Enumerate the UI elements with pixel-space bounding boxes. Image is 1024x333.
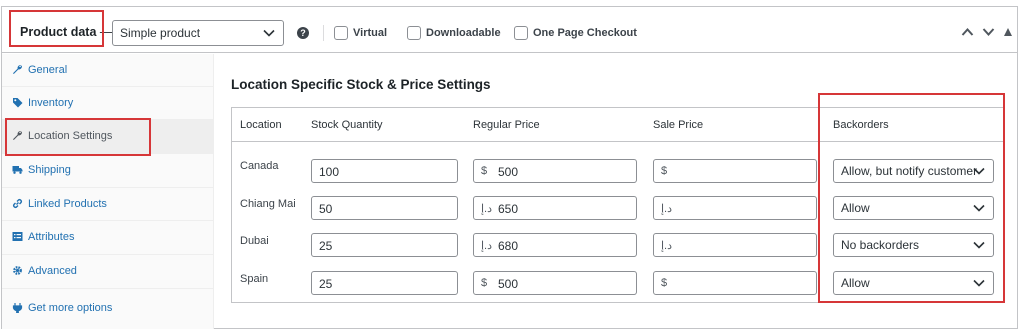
tab-label: Inventory (28, 97, 74, 109)
section-title: Location Specific Stock & Price Settings (231, 77, 491, 92)
tab-advanced[interactable]: Advanced (2, 255, 214, 289)
product-type-select[interactable]: Simple product (112, 20, 284, 46)
column-header-stock: Stock Quantity (311, 119, 383, 131)
truck-icon (12, 166, 23, 174)
tab-inventory[interactable]: Inventory (2, 87, 214, 120)
chevron-down-icon (263, 29, 275, 37)
move-up-icon[interactable] (961, 27, 974, 37)
one-page-checkout-label: One Page Checkout (533, 27, 637, 39)
currency-symbol: $ (661, 165, 668, 177)
sale-price-input[interactable]: د.إ (653, 233, 817, 257)
tag-icon (13, 98, 23, 108)
field-value: 680 (498, 239, 519, 253)
help-icon[interactable]: ? (297, 27, 309, 39)
stock-quantity-input[interactable]: 25 (311, 271, 458, 295)
tab-shipping[interactable]: Shipping (2, 154, 214, 188)
field-value: 25 (319, 277, 333, 291)
gear-icon (13, 266, 22, 275)
move-down-icon[interactable] (982, 27, 995, 37)
tab-label: General (28, 64, 68, 76)
location-name: Chiang Mai (240, 198, 296, 210)
tab-label: Linked Products (28, 198, 107, 210)
location-name: Spain (240, 273, 269, 285)
column-header-location: Location (240, 119, 282, 131)
downloadable-checkbox[interactable] (407, 26, 421, 40)
sale-price-input[interactable]: $ (653, 271, 817, 295)
field-value: 650 (498, 202, 519, 216)
field-value: 100 (319, 165, 340, 179)
tab-general[interactable]: General (2, 54, 214, 87)
sale-price-input[interactable]: $ (653, 159, 817, 183)
currency-symbol: د.إ (481, 240, 493, 252)
currency-symbol: $ (661, 277, 668, 289)
highlight-location-settings (5, 118, 151, 156)
stock-quantity-input[interactable]: 50 (311, 196, 458, 220)
currency-symbol: د.إ (661, 203, 673, 215)
tab-label: Shipping (28, 164, 71, 176)
stock-quantity-input[interactable]: 100 (311, 159, 458, 183)
tab-label: Get more options (28, 302, 113, 314)
virtual-label: Virtual (353, 27, 388, 39)
wrench-icon (13, 65, 22, 74)
sale-price-input[interactable]: د.إ (653, 196, 817, 220)
one-page-checkout-checkbox[interactable] (514, 26, 528, 40)
field-value: 25 (319, 239, 333, 253)
product-type-value: Simple product (120, 26, 201, 40)
currency-symbol: د.إ (661, 240, 673, 252)
regular-price-input[interactable]: $500 (473, 159, 637, 183)
list-icon (12, 232, 23, 241)
highlight-backorders (818, 93, 1005, 303)
tab-get-more-options[interactable]: Get more options (2, 289, 214, 329)
tab-linked-products[interactable]: Linked Products (2, 188, 214, 221)
virtual-checkbox[interactable] (334, 26, 348, 40)
field-value: 500 (498, 277, 519, 291)
location-name: Canada (240, 160, 279, 172)
field-value: 50 (319, 202, 333, 216)
currency-symbol: $ (481, 277, 488, 289)
tab-label: Advanced (28, 265, 77, 277)
toggle-panel-icon[interactable] (1003, 27, 1013, 37)
currency-symbol: د.إ (481, 203, 493, 215)
column-header-sale-price: Sale Price (653, 119, 704, 131)
tab-attributes[interactable]: Attributes (2, 221, 214, 255)
product-data-tabs: General Inventory Location Settings Ship… (2, 54, 214, 329)
header-divider (323, 25, 324, 41)
column-header-regular-price: Regular Price (473, 119, 540, 131)
regular-price-input[interactable]: د.إ 680 (473, 233, 637, 257)
stock-quantity-input[interactable]: 25 (311, 233, 458, 257)
product-data-header: Product data — Simple product ? Virtual … (2, 7, 1017, 53)
field-value: 500 (498, 165, 519, 179)
link-icon (13, 199, 22, 208)
regular-price-input[interactable]: د.إ 650 (473, 196, 637, 220)
highlight-product-data (9, 10, 104, 47)
location-name: Dubai (240, 235, 269, 247)
plugin-icon (12, 303, 23, 313)
tab-label: Attributes (28, 231, 75, 243)
currency-symbol: $ (481, 165, 488, 177)
regular-price-input[interactable]: $500 (473, 271, 637, 295)
downloadable-label: Downloadable (426, 27, 501, 39)
